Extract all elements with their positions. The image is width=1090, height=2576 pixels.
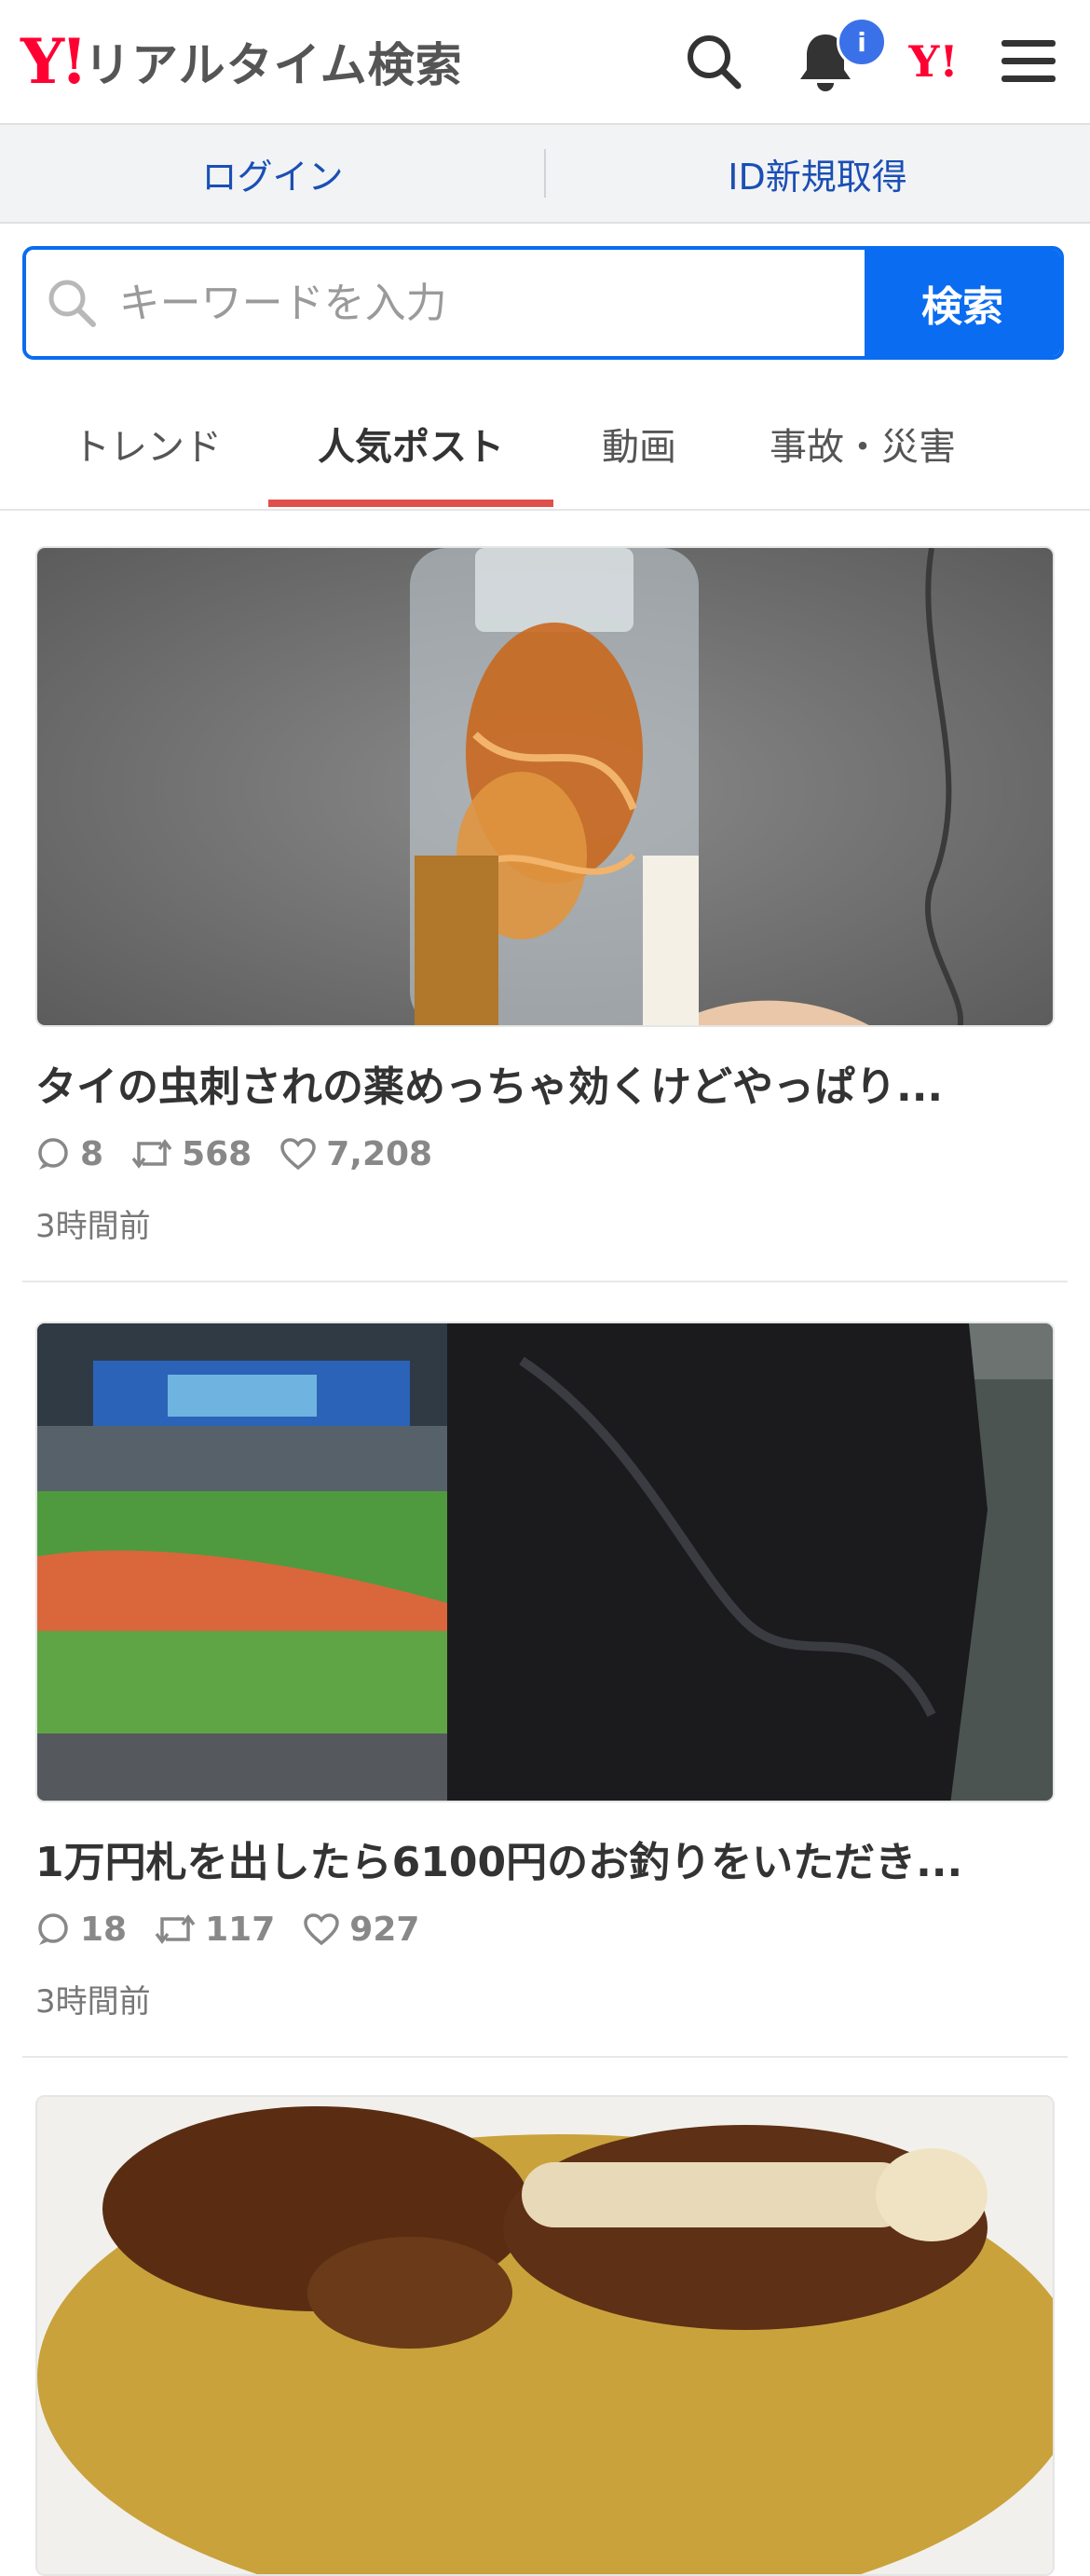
like-count: 927 (303, 1911, 419, 1949)
yahoo-logo-mark: Y! (20, 25, 88, 98)
login-bar-divider (544, 149, 546, 198)
yahoo-japan-icon[interactable]: Y! (898, 26, 969, 97)
search-box: 検索 (22, 246, 1064, 360)
search-icon[interactable] (678, 26, 749, 97)
signup-link[interactable]: ID新規取得 (545, 125, 1090, 222)
login-link[interactable]: ログイン (0, 125, 545, 222)
yahoo-realtime-logo[interactable]: Y! リアルタイム検索 (20, 24, 463, 99)
login-bar: ログイン ID新規取得 (0, 125, 1090, 224)
notification-bell-icon[interactable]: i (790, 17, 887, 97)
tab-popular-posts[interactable]: 人気ポスト (268, 378, 553, 509)
heart-icon (304, 1913, 340, 1946)
search-field-icon (26, 277, 117, 329)
post-timestamp: 3時間前 (35, 1208, 151, 1245)
repost-count: 568 (131, 1135, 252, 1173)
tab-bar: トレンド 人気ポスト 動画 事故・災害 (0, 378, 1090, 511)
divider (22, 1281, 1068, 1282)
post-stats: 18 117 927 (35, 1903, 447, 1955)
post-title[interactable]: 1万円札を出したら6100円のお釣りをいただき... (35, 1829, 1055, 1888)
post-timestamp: 3時間前 (35, 1983, 151, 2021)
reply-count: 18 (35, 1911, 127, 1949)
repost-count: 117 (155, 1911, 275, 1949)
post-title[interactable]: タイの虫刺されの薬めっちゃ効くけどやっぱり... (35, 1053, 1055, 1113)
post-image[interactable] (35, 1322, 1055, 1802)
like-count: 7,208 (279, 1135, 432, 1173)
repost-icon (131, 1139, 172, 1169)
search-button[interactable]: 検索 (865, 250, 1060, 356)
search-field[interactable] (26, 250, 865, 356)
post-image[interactable] (35, 2095, 1055, 2576)
divider (22, 2056, 1068, 2058)
repost-icon (155, 1914, 196, 1944)
logo-text: リアルタイム検索 (84, 38, 463, 92)
tab-accidents-disasters[interactable]: 事故・災害 (736, 378, 989, 509)
post-stats: 8 568 7,208 (35, 1128, 460, 1180)
app-header: Y! リアルタイム検索 i Y! (0, 0, 1090, 125)
reply-icon (38, 1138, 68, 1170)
heart-icon (280, 1138, 316, 1171)
reply-icon (38, 1913, 68, 1945)
active-tab-indicator (268, 500, 553, 507)
reply-count: 8 (35, 1135, 103, 1173)
notification-badge: i (837, 17, 887, 67)
search-input[interactable] (116, 278, 865, 328)
post-image[interactable] (35, 546, 1055, 1027)
hamburger-menu-icon[interactable] (993, 26, 1064, 97)
tab-trend[interactable]: トレンド (37, 378, 257, 509)
tab-video[interactable]: 動画 (565, 378, 714, 509)
